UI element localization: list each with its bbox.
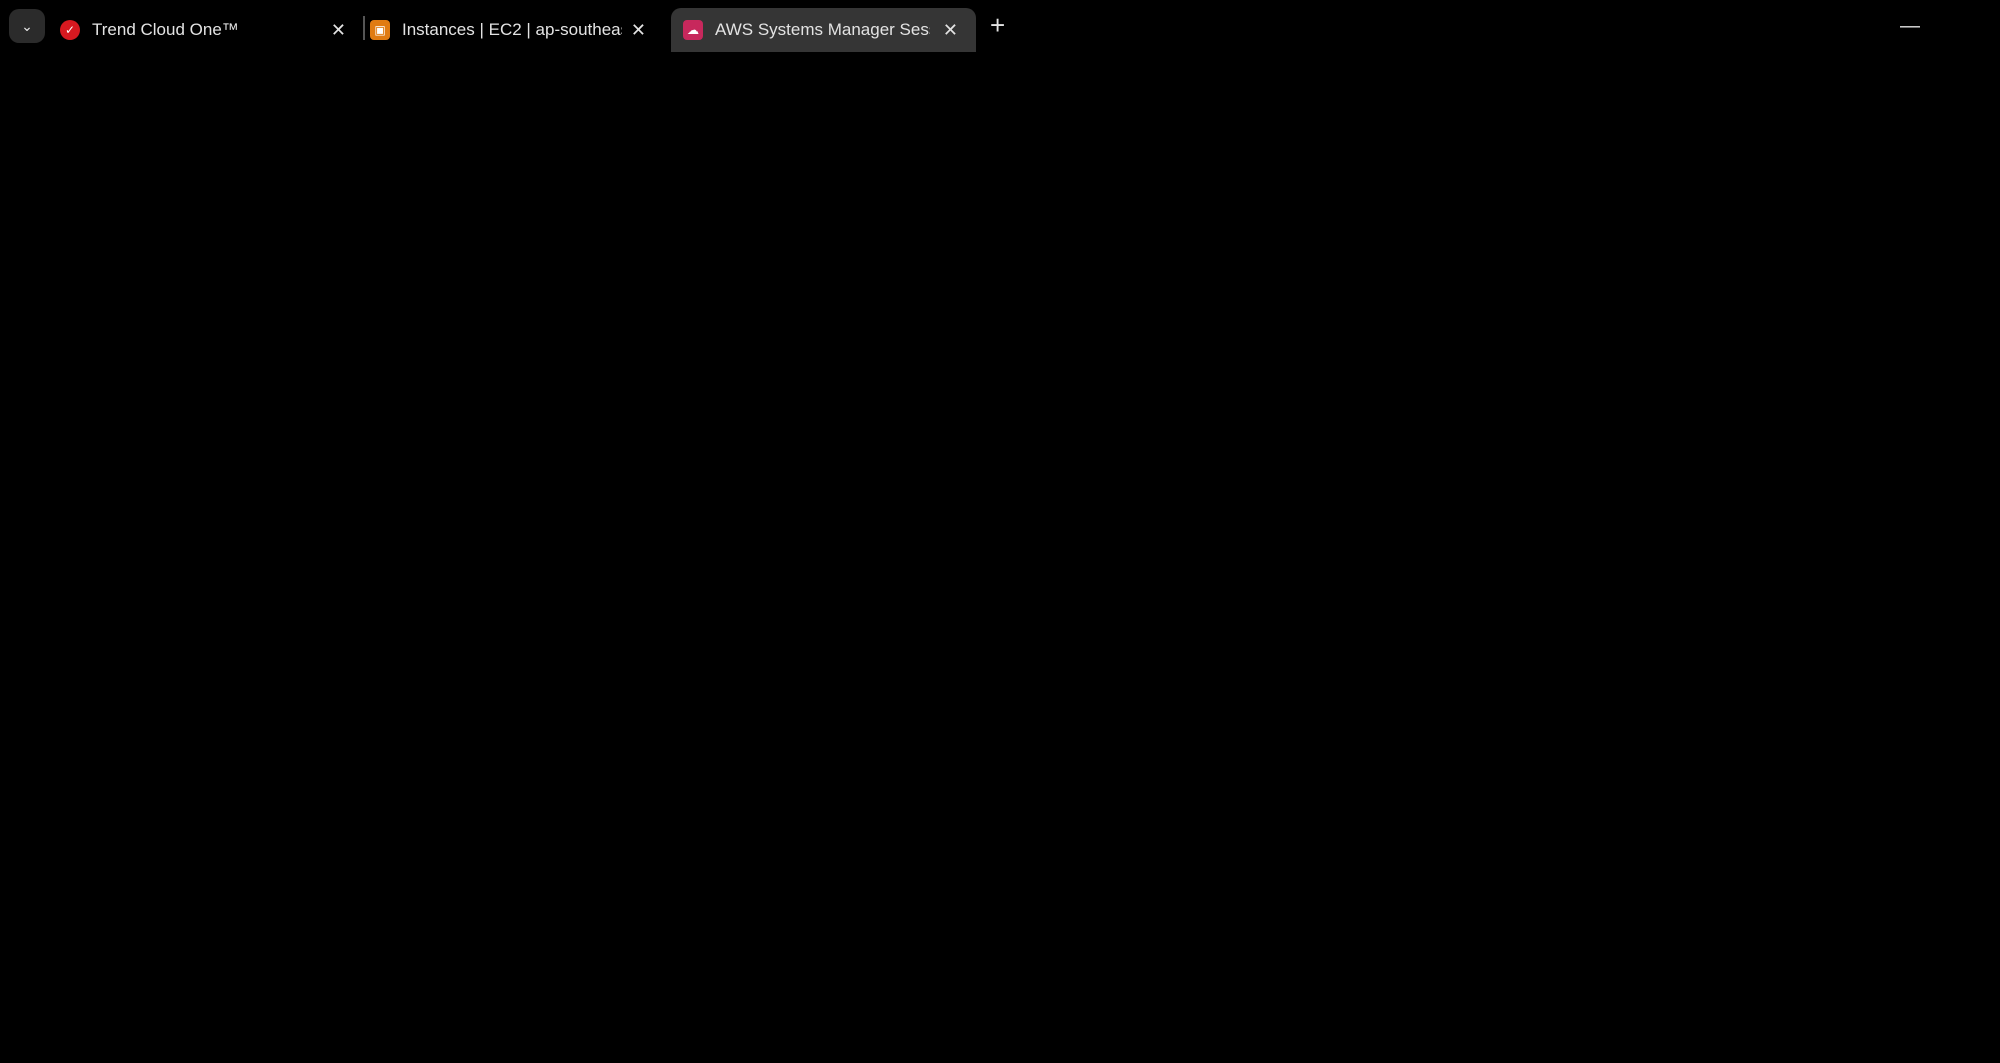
tab-separator (363, 16, 365, 40)
tab-strip: ⌄ ✓ Trend Cloud One™ ✕ ▣ Instances | EC2… (0, 0, 2000, 52)
new-tab-button[interactable]: + (990, 10, 1005, 41)
close-tab-icon[interactable]: ✕ (631, 20, 646, 41)
close-tab-icon[interactable]: ✕ (331, 20, 346, 41)
chevron-down-icon: ⌄ (21, 17, 33, 34)
close-tab-icon[interactable]: ✕ (943, 20, 958, 41)
trend-micro-icon: ✓ (60, 20, 80, 40)
tab-ec2-instances[interactable]: ▣ Instances | EC2 | ap-southeast-1 ✕ (370, 8, 660, 52)
tab-trend-cloud-one[interactable]: ✓ Trend Cloud One™ ✕ (60, 8, 360, 52)
systems-manager-icon: ☁ (683, 20, 703, 40)
tab-title: Trend Cloud One™ (92, 20, 239, 39)
tab-search-button[interactable]: ⌄ (9, 9, 45, 43)
ec2-icon: ▣ (370, 20, 390, 40)
tab-title: Instances | EC2 | ap-southeast-1 (402, 20, 622, 39)
tab-systems-manager-session[interactable]: ☁ AWS Systems Manager Session ✕ (671, 8, 976, 52)
tab-title: AWS Systems Manager Session (715, 20, 930, 39)
